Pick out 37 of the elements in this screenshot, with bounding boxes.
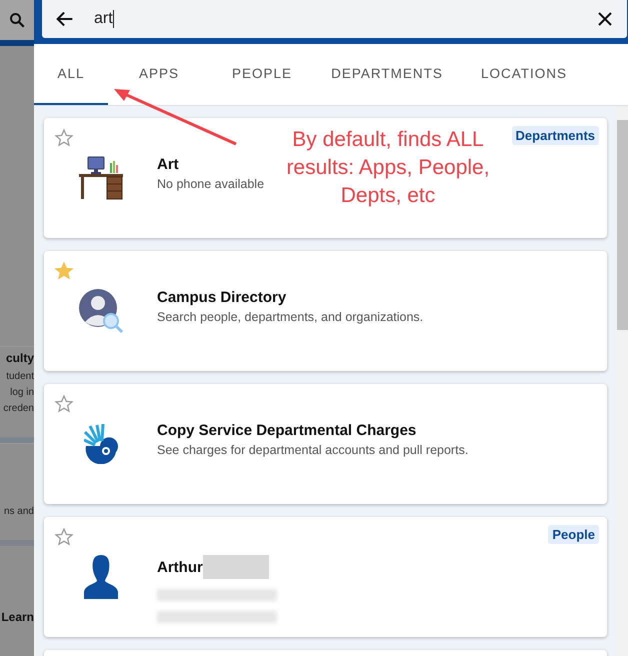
result-title: Arthur xyxy=(157,558,203,576)
star-icon[interactable] xyxy=(54,128,74,148)
category-tag: People xyxy=(548,525,599,544)
result-card[interactable]: Copy Service Departmental Charges See charges for departmental accounts and pull reports. xyxy=(44,384,607,504)
background-text: creden xyxy=(3,402,34,416)
result-title: Art xyxy=(157,156,179,173)
tab[interactable]: DEPARTMENTS xyxy=(314,44,460,105)
result-card[interactable]: Arthur People xyxy=(44,517,607,637)
result-description: No phone available xyxy=(157,177,264,191)
star-icon[interactable] xyxy=(54,394,74,414)
search-icon xyxy=(8,11,26,29)
star-icon[interactable] xyxy=(54,261,74,281)
scrollbar[interactable] xyxy=(617,106,628,656)
tab[interactable]: APPS xyxy=(108,44,210,105)
search-field[interactable]: art xyxy=(42,0,627,38)
desk-icon xyxy=(78,155,124,201)
search-button[interactable] xyxy=(0,0,34,46)
background-text: log in xyxy=(10,386,34,400)
background-text: culty xyxy=(6,350,34,367)
close-icon[interactable] xyxy=(597,11,613,27)
result-title: Copy Service Departmental Charges xyxy=(157,422,416,439)
person-silhouette-icon xyxy=(82,554,118,600)
result-title: Campus Directory xyxy=(157,289,286,306)
annotation-text: By default, finds ALL results: Apps, People, Depts, etc xyxy=(285,127,491,209)
redacted-text xyxy=(202,555,269,579)
tab[interactable]: LOCATIONS xyxy=(460,44,588,105)
shell-logo-icon xyxy=(84,424,118,464)
person-search-icon xyxy=(78,288,124,334)
result-description: See charges for departmental accounts and pull reports. xyxy=(157,443,468,457)
result-card[interactable]: Campus Directory Search people, departments, and organizations. xyxy=(44,251,607,371)
result-description: Search people, departments, and organizations. xyxy=(157,310,424,324)
background-text: ns and xyxy=(4,505,34,519)
tab[interactable]: PEOPLE xyxy=(210,44,314,105)
category-tag: Departments xyxy=(512,126,599,145)
star-icon[interactable] xyxy=(54,527,74,547)
background-text: Learn xyxy=(1,609,34,626)
background-text: tudent xyxy=(6,370,34,384)
